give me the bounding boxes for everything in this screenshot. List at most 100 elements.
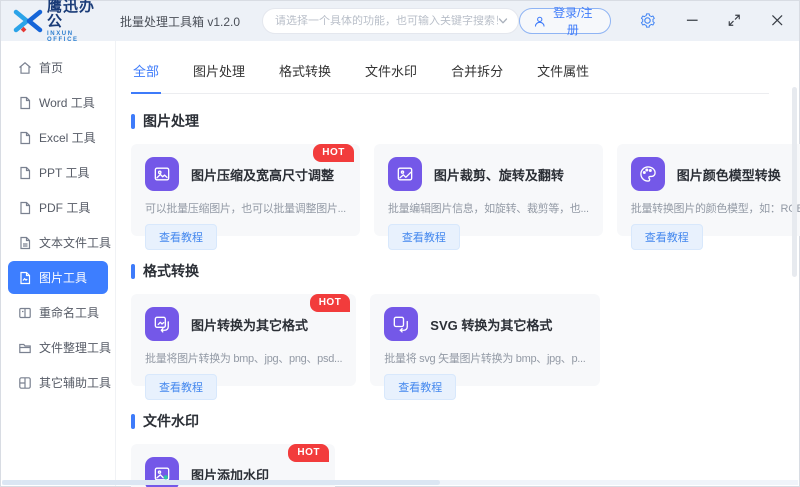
ppt-doc-icon <box>18 166 32 180</box>
section-accent-bar <box>131 264 135 279</box>
tab-all[interactable]: 全部 <box>131 51 161 94</box>
view-tutorial-button[interactable]: 查看教程 <box>145 224 217 250</box>
sidebar-item-rename-tools[interactable]: 重命名工具 <box>8 296 108 329</box>
category-tabbar: 全部 图片处理 格式转换 文件水印 合并拆分 文件属性 <box>131 51 769 94</box>
tool-description: 批量转换图片的颜色模型，如：RGB、CM... <box>631 200 800 216</box>
gear-icon <box>639 12 656 29</box>
sidebar-item-label: PDF 工具 <box>39 199 90 216</box>
sidebar-item-label: 首页 <box>39 59 63 76</box>
card-grid: HOT 图片转换为其它格式 批量将图片转换为 bmp、jpg、png、psd..… <box>131 294 771 386</box>
tool-list: 图片处理 HOT 图片压缩及宽高尺寸调整 可以批量压缩图片，也可以批量调整图片.… <box>116 111 799 487</box>
tool-card-image-convert[interactable]: HOT 图片转换为其它格式 批量将图片转换为 bmp、jpg、png、psd..… <box>131 294 356 386</box>
titlebar: 鹰迅办公 INXUN OFFICE 批量处理工具箱 v1.2.0 登录/注册 <box>1 1 799 41</box>
sidebar-item-label: 文本文件工具 <box>39 234 111 251</box>
sidebar-item-file-organize-tools[interactable]: 文件整理工具 <box>8 331 108 364</box>
tab-image-processing[interactable]: 图片处理 <box>191 51 247 94</box>
image-edit-icon <box>388 157 422 191</box>
hot-badge: HOT <box>313 144 354 162</box>
card-grid: HOT 图片压缩及宽高尺寸调整 可以批量压缩图片，也可以批量调整图片... 查看… <box>131 144 771 236</box>
pdf-doc-icon <box>18 201 32 215</box>
sidebar-item-home[interactable]: 首页 <box>8 51 108 84</box>
sidebar-item-label: Word 工具 <box>39 94 95 111</box>
minimize-button[interactable] <box>686 14 699 28</box>
sidebar-item-excel-tools[interactable]: Excel 工具 <box>8 121 108 154</box>
main-content: 全部 图片处理 格式转换 文件水印 合并拆分 文件属性 图片处理 HOT <box>116 41 799 486</box>
palette-icon <box>631 157 665 191</box>
user-icon <box>534 15 545 28</box>
tool-description: 可以批量压缩图片，也可以批量调整图片... <box>145 200 346 216</box>
hot-badge: HOT <box>310 294 351 312</box>
tool-description: 批量将 svg 矢量图片转换为 bmp、jpg、p... <box>384 350 585 366</box>
brand: 鹰迅办公 INXUN OFFICE <box>47 0 108 43</box>
sidebar-item-label: Excel 工具 <box>39 129 96 146</box>
other-tools-icon <box>18 376 32 390</box>
sidebar-item-word-tools[interactable]: Word 工具 <box>8 86 108 119</box>
tool-description: 批量将图片转换为 bmp、jpg、png、psd... <box>145 350 342 366</box>
minimize-icon <box>686 14 699 27</box>
sidebar-item-label: PPT 工具 <box>39 164 89 181</box>
section-title-format-conversion: 格式转换 <box>131 261 771 281</box>
login-register-button[interactable]: 登录/注册 <box>519 8 611 34</box>
rename-icon <box>18 306 32 320</box>
image-tools-icon <box>18 271 32 285</box>
app-title: 批量处理工具箱 v1.2.0 <box>120 13 240 30</box>
sidebar: 首页 Word 工具 Excel 工具 PPT 工具 <box>1 41 116 486</box>
tab-format-conversion[interactable]: 格式转换 <box>277 51 333 94</box>
view-tutorial-button[interactable]: 查看教程 <box>384 374 456 400</box>
horizontal-scrollbar-thumb[interactable] <box>2 480 440 485</box>
tool-title: 图片颜色模型转换 <box>677 165 781 184</box>
titlebar-right: 登录/注册 <box>519 8 783 34</box>
tab-file-properties[interactable]: 文件属性 <box>535 51 591 94</box>
search-input[interactable] <box>275 15 498 27</box>
section-title-file-watermark: 文件水印 <box>131 411 771 431</box>
maximize-restore-button[interactable] <box>728 14 741 28</box>
function-search-select[interactable] <box>262 8 519 34</box>
section-accent-bar <box>131 114 135 129</box>
settings-button[interactable] <box>639 12 656 30</box>
section-title-text: 文件水印 <box>143 411 199 431</box>
sidebar-item-label: 其它辅助工具 <box>39 374 111 391</box>
sidebar-item-label: 文件整理工具 <box>39 339 111 356</box>
svg-convert-icon <box>384 307 418 341</box>
sidebar-item-other-tools[interactable]: 其它辅助工具 <box>8 366 108 399</box>
vertical-scrollbar[interactable] <box>792 87 797 277</box>
maximize-restore-icon <box>728 14 741 27</box>
tool-title: 图片裁剪、旋转及翻转 <box>434 165 564 184</box>
hot-badge: HOT <box>288 444 329 462</box>
sidebar-item-pdf-tools[interactable]: PDF 工具 <box>8 191 108 224</box>
sidebar-item-image-tools[interactable]: 图片工具 <box>8 261 108 294</box>
excel-doc-icon <box>18 131 32 145</box>
login-register-label: 登录/注册 <box>550 4 595 38</box>
view-tutorial-button[interactable]: 查看教程 <box>631 224 703 250</box>
tab-merge-split[interactable]: 合并拆分 <box>449 51 505 94</box>
word-doc-icon <box>18 96 32 110</box>
section-title-text: 格式转换 <box>143 261 199 281</box>
view-tutorial-button[interactable]: 查看教程 <box>145 374 217 400</box>
tool-description: 批量编辑图片信息，如旋转、裁剪等，也... <box>388 200 589 216</box>
tab-file-watermark[interactable]: 文件水印 <box>363 51 419 94</box>
tool-card-svg-convert[interactable]: SVG 转换为其它格式 批量将 svg 矢量图片转换为 bmp、jpg、p...… <box>370 294 599 386</box>
tool-card-image-compress-resize[interactable]: HOT 图片压缩及宽高尺寸调整 可以批量压缩图片，也可以批量调整图片... 查看… <box>131 144 360 236</box>
sidebar-item-label: 重命名工具 <box>39 304 99 321</box>
image-convert-icon <box>145 307 179 341</box>
sidebar-item-ppt-tools[interactable]: PPT 工具 <box>8 156 108 189</box>
text-file-icon <box>18 236 32 250</box>
sidebar-item-text-file-tools[interactable]: 文本文件工具 <box>8 226 108 259</box>
inxun-logo-icon <box>13 8 43 34</box>
home-icon <box>18 61 32 75</box>
tool-card-image-color-model[interactable]: 图片颜色模型转换 批量转换图片的颜色模型，如：RGB、CM... 查看教程 <box>617 144 800 236</box>
section-title-text: 图片处理 <box>143 111 199 131</box>
sidebar-item-label: 图片工具 <box>39 269 87 286</box>
brand-name: 鹰迅办公 <box>47 0 108 29</box>
section-title-image-processing: 图片处理 <box>131 111 771 131</box>
tool-title: SVG 转换为其它格式 <box>430 315 552 334</box>
horizontal-scrollbar-track[interactable] <box>2 480 798 485</box>
close-button[interactable] <box>771 14 784 28</box>
folder-icon <box>18 341 32 355</box>
view-tutorial-button[interactable]: 查看教程 <box>388 224 460 250</box>
image-resize-icon <box>145 157 179 191</box>
tool-title: 图片压缩及宽高尺寸调整 <box>191 165 334 184</box>
close-icon <box>771 14 784 27</box>
tool-card-image-crop-rotate-flip[interactable]: 图片裁剪、旋转及翻转 批量编辑图片信息，如旋转、裁剪等，也... 查看教程 <box>374 144 603 236</box>
chevron-down-icon <box>498 16 508 26</box>
